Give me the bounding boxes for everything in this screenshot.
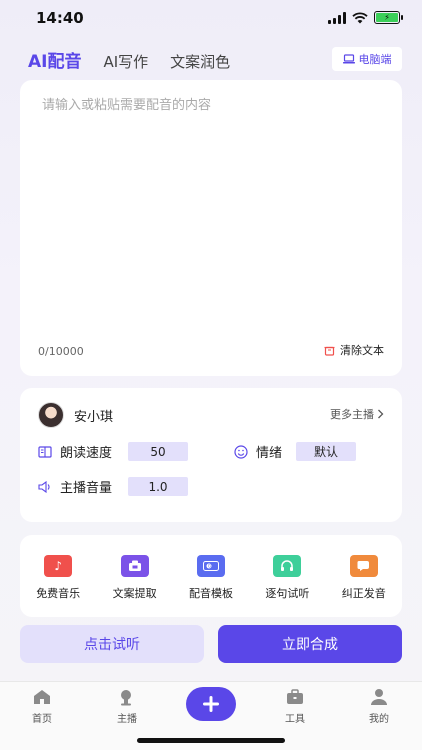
signal-icon xyxy=(328,11,346,24)
emotion-value[interactable]: 默认 xyxy=(296,442,356,461)
speed-setting: 朗读速度 50 xyxy=(38,442,188,461)
speech-bubble-icon xyxy=(349,555,378,577)
nav-item-tools[interactable]: 工具 xyxy=(265,688,325,725)
speaker-name: 安小琪 xyxy=(74,409,114,425)
headphones-icon xyxy=(273,555,302,577)
emotion-setting: 情绪 默认 xyxy=(234,442,356,461)
book-icon xyxy=(38,445,52,459)
tool-label: 配音模板 xyxy=(188,587,233,600)
battery-icon: ⚡ xyxy=(374,11,403,24)
toolbox-icon xyxy=(285,688,305,706)
tab-ai-writing[interactable]: AI写作 xyxy=(103,51,148,72)
tool-label: 逐句试听 xyxy=(265,587,310,600)
nav-label: 首页 xyxy=(32,714,52,725)
more-speakers-label: 更多主播 xyxy=(330,408,374,421)
char-count: 0/10000 xyxy=(38,345,84,358)
plus-icon xyxy=(203,696,219,712)
tool-sentence-preview[interactable]: 逐句试听 xyxy=(252,555,322,601)
tools-card: ♪ 免费音乐 文案提取 G 配音模板 逐句试听 纠正发音 xyxy=(20,535,402,617)
tool-correct-pronunciation[interactable]: 纠正发音 xyxy=(329,555,399,601)
pc-version-label: 电脑端 xyxy=(358,53,392,66)
nav-item-home[interactable]: 首页 xyxy=(12,688,72,725)
dubbing-text-input[interactable] xyxy=(42,94,382,334)
mode-tabs: AI配音 AI写作 文案润色 xyxy=(28,47,230,72)
status-time: 14:40 xyxy=(36,9,84,27)
speed-label: 朗读速度 xyxy=(60,446,113,461)
chevron-right-icon xyxy=(378,409,384,419)
tab-copy-polish[interactable]: 文案润色 xyxy=(170,51,230,72)
nav-item-mine[interactable]: 我的 xyxy=(349,688,409,725)
text-editor-card: 0/10000 清除文本 xyxy=(20,80,402,376)
tool-extract-copy[interactable]: 文案提取 xyxy=(100,555,170,601)
tab-ai-dubbing[interactable]: AI配音 xyxy=(28,47,81,72)
tool-label: 纠正发音 xyxy=(341,587,386,600)
smile-icon xyxy=(234,444,248,459)
speed-value[interactable]: 50 xyxy=(128,442,188,461)
speaker-selector[interactable]: 安小琪 xyxy=(38,402,113,428)
status-icons: ⚡ xyxy=(328,11,403,24)
nav-item-anchor[interactable]: 主播 xyxy=(97,688,157,725)
emotion-label: 情绪 xyxy=(256,446,283,461)
tool-label: 免费音乐 xyxy=(36,587,81,600)
pc-version-button[interactable]: 电脑端 xyxy=(332,47,402,71)
tool-dubbing-template[interactable]: G 配音模板 xyxy=(176,555,246,601)
svg-text:G: G xyxy=(208,564,211,569)
home-icon xyxy=(32,688,52,706)
template-icon: G xyxy=(196,555,225,577)
trash-icon xyxy=(324,346,335,356)
nav-label: 我的 xyxy=(369,714,389,725)
laptop-icon xyxy=(342,54,355,64)
preview-listen-button[interactable]: 点击试听 xyxy=(20,625,204,663)
tool-free-music[interactable]: ♪ 免费音乐 xyxy=(23,555,93,601)
more-speakers-link[interactable]: 更多主播 xyxy=(330,406,384,422)
synthesize-now-button[interactable]: 立即合成 xyxy=(218,625,402,663)
home-indicator xyxy=(137,738,285,743)
extract-icon xyxy=(120,555,149,577)
wifi-icon xyxy=(352,11,368,23)
battery-fill: ⚡ xyxy=(376,13,398,22)
clear-text-button[interactable]: 清除文本 xyxy=(324,342,384,358)
create-plus-button[interactable] xyxy=(186,687,236,721)
speaker-volume-icon xyxy=(38,480,52,494)
nav-label: 工具 xyxy=(285,714,305,725)
nav-label: 主播 xyxy=(117,714,137,725)
clear-text-label: 清除文本 xyxy=(340,344,384,357)
volume-setting: 主播音量 1.0 xyxy=(38,477,188,496)
volume-value[interactable]: 1.0 xyxy=(128,477,188,496)
tool-label: 文案提取 xyxy=(112,587,157,600)
microphone-icon xyxy=(117,688,137,706)
voice-settings-card: 安小琪 更多主播 朗读速度 50 情绪 默认 主播音量 1.0 xyxy=(20,388,402,522)
speaker-avatar xyxy=(38,402,64,428)
music-note-icon: ♪ xyxy=(44,555,73,577)
status-bar: 14:40 ⚡ xyxy=(0,0,422,40)
volume-label: 主播音量 xyxy=(60,481,113,496)
user-icon xyxy=(369,688,389,706)
